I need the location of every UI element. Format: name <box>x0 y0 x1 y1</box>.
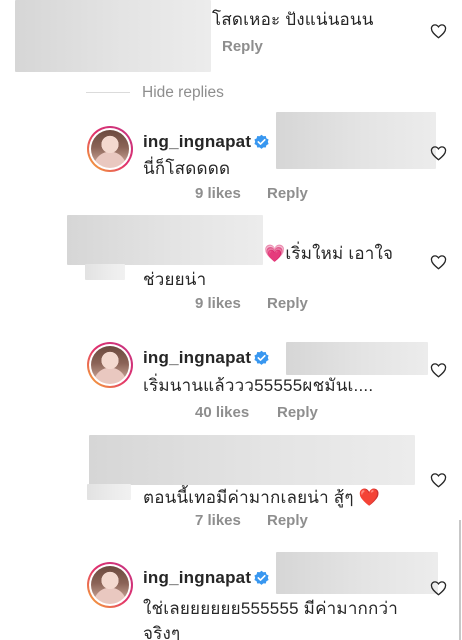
verified-badge-icon <box>254 350 269 365</box>
heart-outline-icon[interactable] <box>430 580 447 596</box>
comment-text: 💗เริ่มใหม่ เอาใจ <box>264 244 394 263</box>
avatar[interactable] <box>87 342 133 388</box>
comment-text: ใช่เลยยยยยย555555 มีค่ามากกว่า <box>143 599 399 618</box>
profile-photo <box>91 346 129 384</box>
username[interactable]: ing_ingnapat <box>143 568 251 588</box>
reply-button[interactable]: Reply <box>277 404 318 421</box>
redacted-username <box>89 435 415 485</box>
redacted-mention <box>276 112 436 169</box>
username[interactable]: ing_ingnapat <box>143 132 251 152</box>
verified-badge-icon <box>254 134 269 149</box>
reply-button[interactable]: Reply <box>222 38 263 55</box>
likes-count[interactable]: 40 likes <box>195 404 249 421</box>
comment-text: ตอนนี้เทอมีค่ามากเลยน่า สู้ๆ ❤️ <box>143 488 380 507</box>
heart-outline-icon[interactable] <box>430 23 447 39</box>
comment-text: นี่ก็โสดดดด <box>143 159 231 178</box>
hide-replies-divider <box>86 92 130 93</box>
comment-text: โสดเหอะ ปังแน่นอนน <box>212 10 374 29</box>
likes-count[interactable]: 9 likes <box>195 185 241 202</box>
reply-button[interactable]: Reply <box>267 512 308 529</box>
reply-button[interactable]: Reply <box>267 185 308 202</box>
reply-button[interactable]: Reply <box>267 295 308 312</box>
profile-photo <box>91 566 129 604</box>
likes-count[interactable]: 7 likes <box>195 512 241 529</box>
heart-outline-icon[interactable] <box>430 254 447 270</box>
redacted-mention <box>276 552 438 594</box>
comment-text-line-2: ช่วยยน่า <box>143 270 207 289</box>
heart-outline-icon[interactable] <box>430 145 447 161</box>
verified-badge-icon <box>254 570 269 585</box>
heart-outline-icon[interactable] <box>430 362 447 378</box>
comment-text-line-2: จริงๆ <box>143 624 181 640</box>
likes-count[interactable]: 9 likes <box>195 295 241 312</box>
redacted-avatar <box>85 264 125 280</box>
scroll-indicator[interactable] <box>459 520 461 640</box>
hide-replies-button[interactable]: Hide replies <box>142 84 224 102</box>
avatar[interactable] <box>87 562 133 608</box>
comment-text: เริ่มนานแล้ววว55555ผชมันเ.... <box>143 376 374 395</box>
redacted-avatar <box>15 0 211 72</box>
profile-photo <box>91 130 129 168</box>
username[interactable]: ing_ingnapat <box>143 348 251 368</box>
avatar[interactable] <box>87 126 133 172</box>
heart-outline-icon[interactable] <box>430 472 447 488</box>
redacted-mention <box>286 342 428 375</box>
redacted-avatar <box>87 484 131 500</box>
redacted-username <box>67 215 263 265</box>
